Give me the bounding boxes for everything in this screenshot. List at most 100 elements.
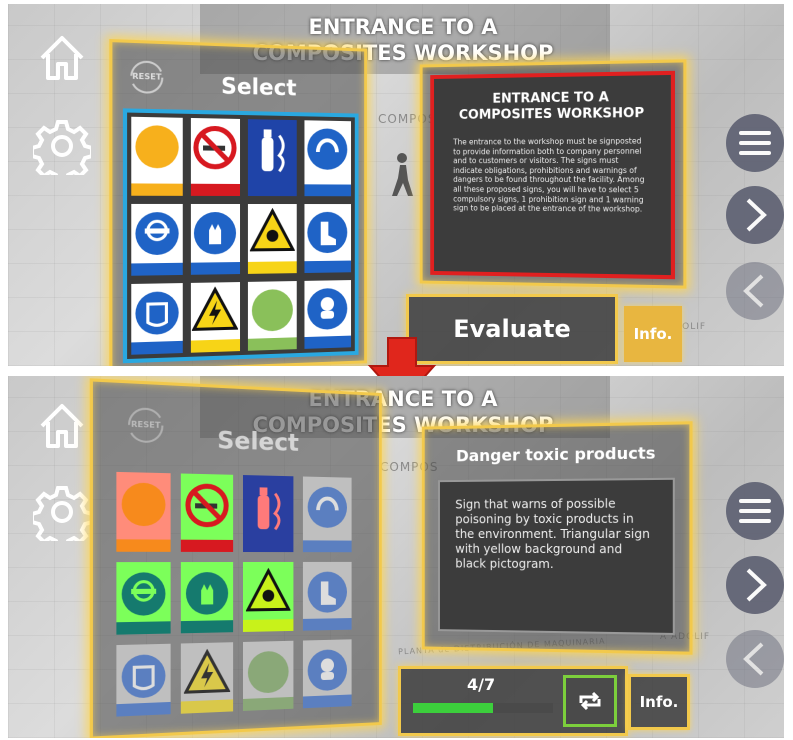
chevron-right-icon (740, 197, 770, 233)
info-body: The entrance to the workshop must be sig… (453, 136, 648, 214)
sign-option[interactable] (116, 562, 170, 634)
gloves-icon (192, 210, 238, 257)
sign-option[interactable] (243, 640, 293, 711)
select-frame: RESET Select (90, 378, 382, 738)
respirator-icon (306, 647, 349, 693)
sign-option[interactable] (243, 475, 293, 552)
sign-option[interactable] (303, 562, 352, 630)
menu-icon (738, 497, 772, 525)
info-button[interactable]: Info. (624, 306, 682, 362)
info-panel: ENTRANCE TO A COMPOSITES WORKSHOP The en… (430, 71, 675, 279)
home-button[interactable] (34, 398, 90, 454)
first-aid-icon (246, 648, 291, 695)
info-panel: Sign that warns of possible poisoning by… (438, 478, 675, 635)
retry-button[interactable] (563, 675, 617, 727)
gloves-icon (184, 570, 230, 617)
info-title-line-2: COMPOSITES WORKSHOP (434, 106, 671, 124)
sign-option[interactable] (248, 204, 296, 273)
progress-text: 4/7 (467, 675, 495, 694)
next-button[interactable] (726, 186, 784, 244)
select-label: Select (221, 74, 296, 101)
chevron-left-icon (740, 273, 770, 309)
sign-option[interactable] (181, 562, 233, 633)
sign-grid (123, 108, 359, 363)
next-button[interactable] (726, 556, 784, 614)
evaluate-label: Evaluate (453, 315, 571, 343)
sign-option[interactable] (131, 117, 182, 196)
progress-fill (413, 703, 493, 713)
eye-protection-icon (133, 210, 180, 257)
toxic-warning-icon (250, 208, 295, 254)
settings-button[interactable] (32, 116, 92, 176)
progress-panel: 4/7 (398, 666, 628, 736)
sign-option[interactable] (190, 204, 240, 274)
toxic-warning-icon (246, 568, 291, 614)
menu-button[interactable] (726, 114, 784, 172)
first-aid-icon (250, 287, 295, 334)
settings-button[interactable] (32, 482, 92, 542)
sign-option[interactable] (248, 119, 296, 196)
sign-option[interactable] (304, 204, 351, 272)
loop-arrow-icon (575, 689, 605, 713)
sign-option[interactable] (243, 562, 293, 631)
sign-option[interactable] (303, 639, 352, 708)
sign-option[interactable] (131, 204, 182, 275)
safety-boots-icon (306, 570, 349, 615)
eye-protection-icon (120, 571, 168, 619)
face-shield-icon (133, 289, 180, 337)
gear-icon (33, 483, 91, 541)
previous-button[interactable] (726, 262, 784, 320)
info-frame: ENTRANCE TO A COMPOSITES WORKSHOP The en… (420, 59, 687, 288)
fire-extinguisher-icon (246, 481, 291, 537)
sign-option[interactable] (248, 281, 296, 351)
progress-bar (413, 703, 553, 713)
home-icon (36, 32, 88, 84)
info-body: Sign that warns of possible poisoning by… (455, 496, 654, 572)
home-button[interactable] (34, 30, 90, 86)
info-title: Danger toxic products (425, 443, 690, 466)
sign-grid (116, 472, 351, 717)
menu-icon (738, 129, 772, 157)
info-button-label: Info. (640, 693, 679, 711)
sign-option[interactable] (181, 642, 233, 714)
reset-button[interactable]: RESET (125, 404, 167, 447)
sign-option[interactable] (303, 477, 352, 553)
sign-option[interactable] (190, 282, 240, 353)
sign-option[interactable] (116, 472, 170, 552)
sign-option[interactable] (304, 120, 351, 196)
chevron-right-icon (740, 567, 770, 603)
no-smoking-icon (184, 482, 230, 529)
menu-button[interactable] (726, 482, 784, 540)
info-button-label: Info. (634, 325, 673, 343)
info-button[interactable]: Info. (628, 674, 690, 730)
sign-option[interactable] (181, 473, 233, 552)
respirator-icon (306, 286, 350, 332)
previous-button[interactable] (726, 630, 784, 688)
safety-boots-icon (306, 210, 350, 255)
mandatory-sign-icon (120, 480, 168, 528)
select-label: Select (217, 426, 299, 457)
info-title: ENTRANCE TO A COMPOSITES WORKSHOP (434, 89, 671, 124)
ear-protection-icon (306, 126, 350, 172)
gear-icon (33, 117, 91, 175)
mandatory-sign-icon (133, 123, 180, 171)
home-icon (36, 400, 88, 452)
reset-label: RESET (127, 71, 166, 81)
bottom-ar-view: COMPOS PLANTA de DISTRIBUCIÓN DE MAQUINA… (8, 376, 784, 738)
select-frame: RESET Select (109, 39, 367, 366)
reset-label: RESET (125, 419, 167, 430)
info-frame: Danger toxic products Sign that warns of… (422, 421, 693, 655)
top-ar-view: COMPOS A ADOLIF ENTRANCE TO A COMPOSITES… (8, 4, 784, 366)
sign-option[interactable] (190, 118, 240, 196)
ear-protection-icon (306, 484, 349, 530)
sign-option[interactable] (131, 283, 182, 355)
face-shield-icon (120, 652, 168, 701)
electrical-hazard-icon (192, 286, 238, 333)
reset-button[interactable]: RESET (127, 57, 166, 97)
sign-option[interactable] (116, 643, 170, 716)
title-line-1: ENTRANCE TO A (188, 14, 618, 40)
no-smoking-icon (192, 124, 238, 171)
sign-option[interactable] (304, 280, 351, 349)
chevron-left-icon (740, 641, 770, 677)
pedestrian-icon (386, 152, 416, 198)
